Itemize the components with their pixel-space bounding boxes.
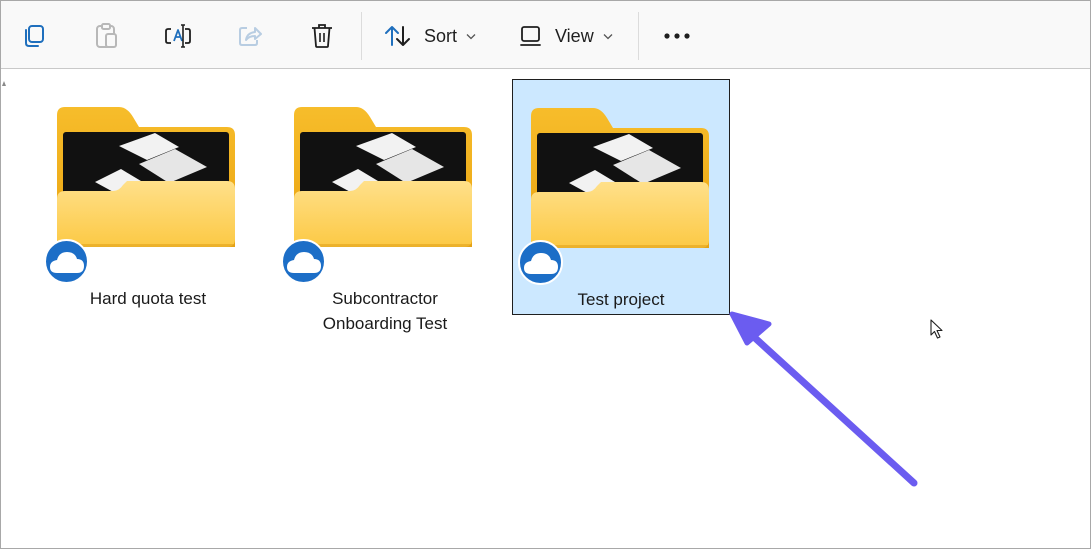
annotation-arrow — [729, 311, 918, 487]
mouse-pointer-icon — [930, 319, 943, 339]
copy-button[interactable] — [15, 15, 53, 57]
copy-icon — [25, 25, 44, 47]
chevron-down-icon — [603, 33, 613, 39]
toolbar-separator — [638, 12, 639, 60]
share-button[interactable] — [231, 15, 269, 57]
delete-button[interactable] — [303, 15, 341, 57]
sort-arrows-icon — [385, 26, 410, 46]
view-icon — [520, 26, 541, 46]
sort-button[interactable]: Sort — [384, 15, 476, 57]
chevron-down-icon — [466, 33, 476, 39]
view-label: View — [555, 25, 594, 46]
view-button[interactable]: View — [519, 15, 613, 57]
rename-button[interactable] — [159, 15, 197, 57]
file-list-area[interactable]: Hard quota test Subcontractor Onboarding… — [1, 69, 1090, 548]
file-explorer-window: Sort View Hard quota test Subcontractor … — [0, 0, 1091, 549]
share-icon — [239, 27, 262, 46]
rename-icon — [165, 24, 191, 48]
paste-icon — [96, 23, 117, 48]
more-icon — [664, 33, 690, 39]
sort-label: Sort — [424, 25, 458, 46]
paste-button[interactable] — [87, 15, 125, 57]
toolbar-separator — [361, 12, 362, 60]
command-bar: Sort View — [1, 1, 1090, 69]
delete-icon — [312, 24, 332, 48]
more-options-button[interactable] — [657, 15, 697, 57]
